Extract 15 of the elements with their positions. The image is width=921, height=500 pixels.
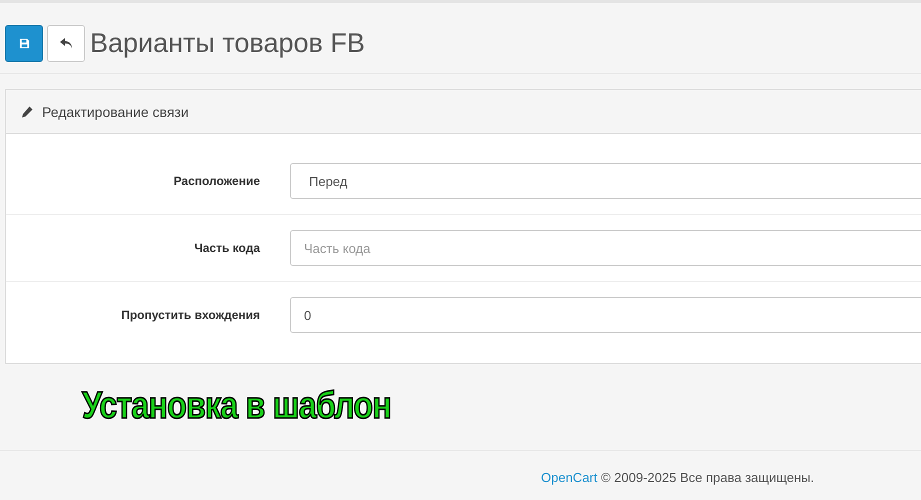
field-label: Часть кода xyxy=(193,241,260,255)
caption: Установка в шаблон xyxy=(82,384,391,428)
select-field[interactable]: Перед xyxy=(290,163,921,199)
input-field[interactable]: Часть кода xyxy=(290,230,921,266)
input-field[interactable]: 0 xyxy=(290,297,921,333)
field-label: Расположение xyxy=(172,174,260,188)
panel-title: Редактирование связи xyxy=(42,104,189,120)
page-title: Варианты товаров FB xyxy=(90,28,365,59)
back-button[interactable] xyxy=(47,25,85,62)
footer-text: OpenCart © 2009-2025 Все права защищены. xyxy=(541,470,814,485)
save-icon xyxy=(18,38,30,49)
pencil-icon xyxy=(21,106,33,118)
save-button[interactable] xyxy=(5,25,43,62)
reply-icon xyxy=(60,38,72,49)
field-label: Пропустить вхождения xyxy=(120,308,260,322)
